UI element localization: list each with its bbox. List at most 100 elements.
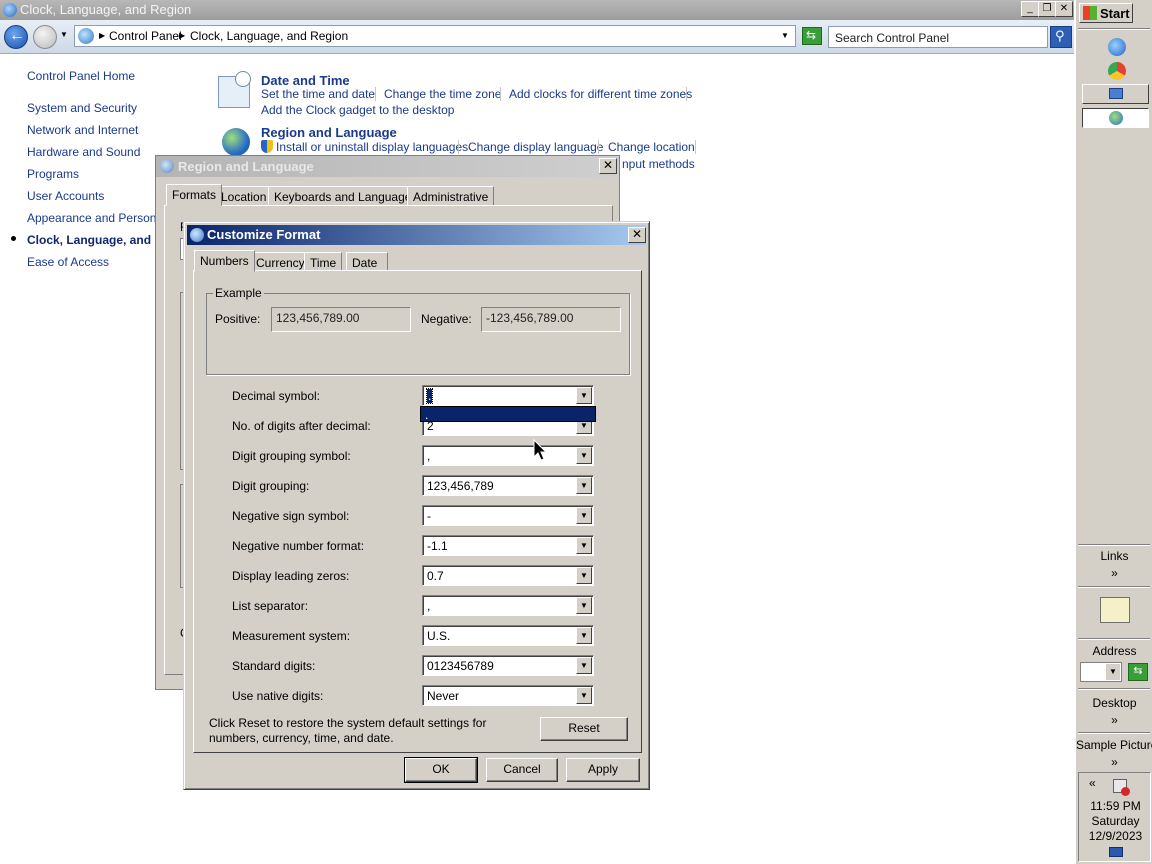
decimal-symbol-combo[interactable]: . ▼ [422,385,594,406]
install-display-languages-link[interactable]: Install or uninstall display languages [276,140,468,154]
address-dropdown-icon[interactable]: ▼ [781,31,789,40]
tab-location[interactable]: Location [215,186,273,206]
add-clocks-link[interactable]: Add clocks for different time zones [509,87,692,101]
nav-ease-of-access[interactable]: Ease of Access [27,255,109,269]
region-task-button[interactable] [1082,108,1149,128]
search-input[interactable]: Search Control Panel [828,26,1048,48]
clock-date[interactable]: 12/9/2023 [1079,829,1152,843]
close-button[interactable]: ✕ [1055,1,1073,17]
minimize-button[interactable]: _ [1021,1,1039,17]
chevron-down-icon[interactable]: ▼ [576,567,592,584]
notepad-icon[interactable] [1100,597,1130,623]
collapse-tray-icon[interactable]: « [1089,776,1096,790]
ok-button[interactable]: OK [404,757,478,783]
add-clock-gadget-link[interactable]: Add the Clock gadget to the desktop [261,103,454,117]
reset-button[interactable]: Reset [540,717,628,741]
region-dialog-close-button[interactable]: ✕ [599,158,617,174]
breadcrumb-separator-icon[interactable]: ▶ [99,31,105,40]
measurement-system-combo[interactable]: U.S. ▼ [422,625,594,646]
chevron-down-icon[interactable]: ▼ [576,687,592,704]
nav-user-accounts[interactable]: User Accounts [27,189,104,203]
customize-dialog-close-button[interactable]: ✕ [628,227,646,243]
refresh-go-button[interactable]: ⇆ [802,27,822,45]
chrome-icon[interactable] [1108,62,1126,80]
nav-control-panel-home[interactable]: Control Panel Home [27,69,135,83]
links-chevron-icon[interactable]: » [1076,566,1152,580]
negative-number-format-label: Negative number format: [232,539,365,553]
digit-grouping-combo[interactable]: 123,456,789 ▼ [422,475,594,496]
taskbar-go-button[interactable]: ⇆ [1128,663,1148,681]
clock-time[interactable]: 11:59 PM [1079,799,1152,813]
change-location-link[interactable]: Change location [608,140,695,154]
chevron-down-icon[interactable]: ▼ [576,657,592,674]
cancel-button[interactable]: Cancel [486,758,558,782]
tab-date[interactable]: Date [346,252,388,272]
native-digits-combo[interactable]: Never ▼ [422,685,594,706]
chevron-down-icon[interactable]: ▼ [576,537,592,554]
show-desktop-icon[interactable] [1109,847,1123,857]
list-separator-combo[interactable]: , ▼ [422,595,594,616]
date-time-title[interactable]: Date and Time [261,73,350,88]
control-panel-small-icon [78,28,94,44]
internet-explorer-icon[interactable] [1108,38,1126,56]
chevron-down-icon[interactable]: ▼ [576,447,592,464]
nav-system-security[interactable]: System and Security [27,101,137,115]
control-panel-task-icon [1109,88,1123,99]
set-time-date-link[interactable]: Set the time and date [261,87,375,101]
start-button[interactable]: Start [1079,3,1133,23]
nav-clock-language-region[interactable]: Clock, Language, and R [27,233,163,247]
chevron-down-icon[interactable]: ▼ [576,477,592,494]
negative-number-format-combo[interactable]: -1.1 ▼ [422,535,594,556]
chevron-down-icon[interactable]: ▼ [576,627,592,644]
breadcrumb-separator-icon[interactable]: ▶ [179,31,185,40]
clock-day[interactable]: Saturday [1079,814,1152,828]
nav-network-internet[interactable]: Network and Internet [27,123,138,137]
input-methods-link[interactable]: nput methods [622,157,695,171]
dropdown-option[interactable]: . [425,408,428,422]
breadcrumb-clock-language-region[interactable]: Clock, Language, and Region [190,29,348,43]
search-button[interactable]: ⚲ [1050,26,1072,48]
tab-time[interactable]: Time [304,252,343,272]
recent-pages-dropdown-icon[interactable]: ▼ [60,30,68,39]
search-icon: ⚲ [1055,28,1065,43]
leading-zeros-combo[interactable]: 0.7 ▼ [422,565,594,586]
forward-button[interactable]: → [33,25,57,49]
mouse-cursor-icon [533,439,548,461]
nav-hardware-sound[interactable]: Hardware and Sound [27,145,140,159]
digit-grouping-symbol-combo[interactable]: , ▼ [422,445,594,466]
address-toolbar: ← → ▼ ▶ Control Panel ▶ Clock, Language,… [0,20,1074,54]
decimal-symbol-value: . [425,388,434,404]
control-panel-task-button[interactable] [1082,84,1149,104]
apply-button[interactable]: Apply [566,758,640,782]
chevron-down-icon[interactable]: ▼ [576,507,592,524]
nav-programs[interactable]: Programs [27,167,79,181]
negative-sign-symbol-value: - [427,509,431,523]
link-separator [686,87,687,101]
region-language-title[interactable]: Region and Language [261,125,397,140]
negative-sign-symbol-combo[interactable]: - ▼ [422,505,594,526]
chevron-down-icon[interactable]: ▼ [1106,664,1120,680]
tab-formats[interactable]: Formats [166,184,223,206]
desktop-chevron-icon[interactable]: » [1076,713,1152,727]
tab-keyboards-languages[interactable]: Keyboards and Languages [268,186,424,206]
sample-pictures-chevron-icon[interactable]: » [1076,755,1152,769]
globe-icon [222,128,250,156]
change-display-language-link[interactable]: Change display language [468,140,603,154]
chevron-down-icon[interactable]: ▼ [576,597,592,614]
change-time-zone-link[interactable]: Change the time zone [384,87,501,101]
standard-digits-combo[interactable]: 0123456789 ▼ [422,655,594,676]
back-button[interactable]: ← [4,25,28,49]
chevron-down-icon[interactable]: ▼ [576,387,592,404]
restore-button[interactable]: ❐ [1038,1,1056,17]
tab-currency[interactable]: Currency [250,252,311,272]
decimal-symbol-dropdown-list[interactable]: . [420,406,596,422]
control-panel-icon [3,3,17,17]
network-disconnected-icon[interactable] [1113,779,1130,796]
tab-numbers[interactable]: Numbers [194,250,255,272]
breadcrumb-control-panel[interactable]: Control Panel [109,29,182,43]
nav-appearance[interactable]: Appearance and Personaliz [27,211,174,225]
taskbar-address-input[interactable]: ▼ [1080,662,1122,682]
address-bar[interactable]: ▶ Control Panel ▶ Clock, Language, and R… [74,25,796,47]
tab-administrative[interactable]: Administrative [407,186,495,206]
back-arrow-icon: ← [9,27,25,44]
